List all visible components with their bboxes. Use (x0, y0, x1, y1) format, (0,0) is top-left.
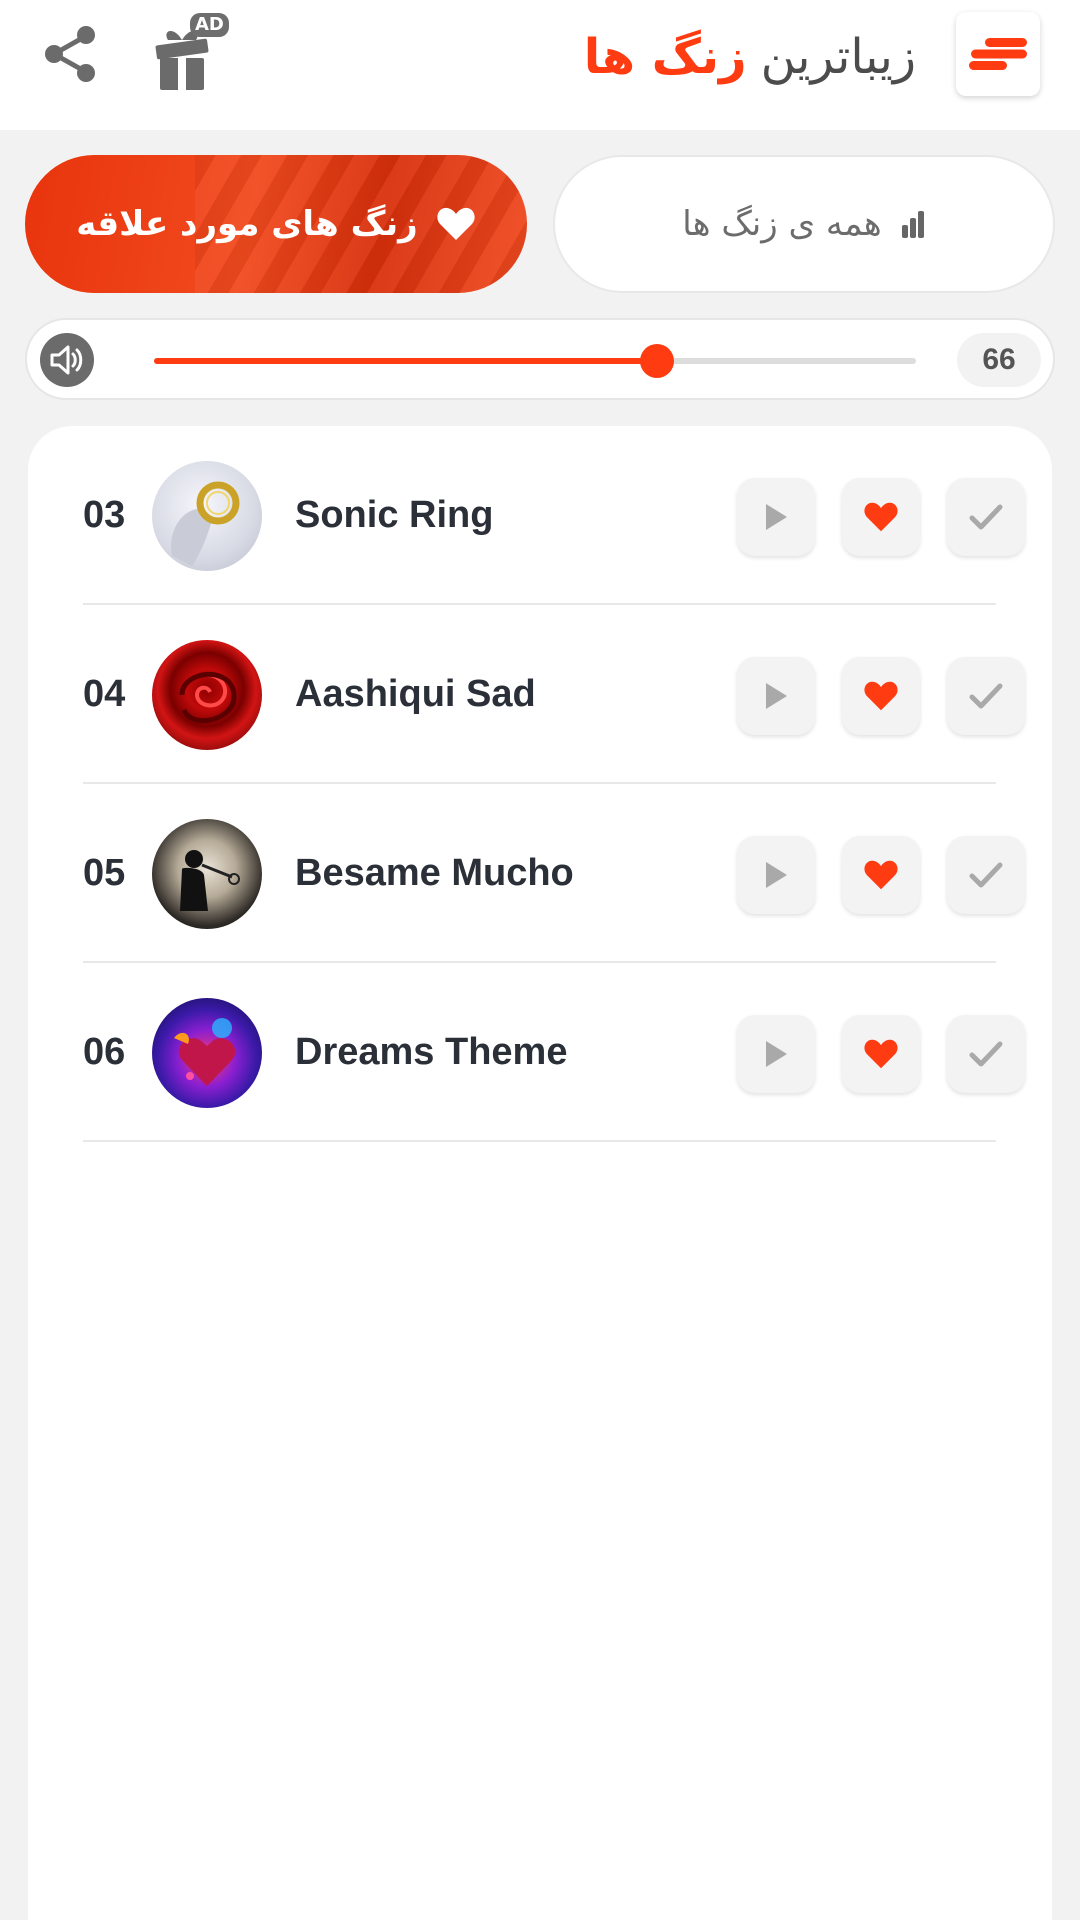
ringtone-title[interactable]: Sonic Ring (295, 426, 493, 605)
ringtone-thumbnail[interactable] (152, 819, 262, 929)
list-item: 05 Besame Mucho (83, 784, 1025, 963)
share-button[interactable] (38, 22, 102, 86)
set-ringtone-button[interactable] (947, 836, 1025, 914)
play-icon (766, 683, 787, 709)
ringtone-thumbnail[interactable] (152, 640, 262, 750)
app-title-part1: زیباترین (760, 29, 916, 85)
app-title: زیباترین زنگ ها (584, 22, 916, 92)
menu-button[interactable] (956, 12, 1040, 96)
ringtone-title[interactable]: Dreams Theme (295, 963, 567, 1142)
list-item: 04 Aashiqui Sad (83, 605, 1025, 784)
menu-icon (969, 38, 1027, 70)
heart-icon (864, 502, 898, 532)
ringtone-title[interactable]: Besame Mucho (295, 784, 574, 963)
set-ringtone-button[interactable] (947, 1015, 1025, 1093)
play-icon (766, 504, 787, 530)
tab-all-label: همه ی زنگ ها (682, 204, 882, 244)
ringtone-number: 04 (83, 673, 126, 715)
favorite-button[interactable] (842, 1015, 920, 1093)
set-ringtone-button[interactable] (947, 657, 1025, 735)
ringtone-number: 03 (83, 494, 126, 536)
app-header: AD زیباترین زنگ ها (0, 0, 1080, 130)
check-icon (969, 504, 1003, 530)
play-button[interactable] (737, 1015, 815, 1093)
tab-favorites-label: زنگ های مورد علاقه (76, 204, 418, 244)
volume-slider-thumb[interactable] (639, 344, 674, 378)
ringtone-title[interactable]: Aashiqui Sad (295, 605, 536, 784)
tab-all-ringtones[interactable]: همه ی زنگ ها (553, 155, 1055, 293)
ringtone-thumbnail[interactable] (152, 998, 262, 1108)
ringtone-number: 05 (83, 852, 126, 894)
favorite-button[interactable] (842, 478, 920, 556)
play-button[interactable] (737, 478, 815, 556)
trombone-player-image-icon (180, 850, 240, 911)
volume-control: 66 (25, 318, 1055, 400)
bar-chart-icon (900, 209, 926, 239)
heart-icon (864, 681, 898, 711)
abstract-art-image-icon (174, 1018, 236, 1086)
volume-slider-fill (154, 358, 657, 364)
share-icon (45, 26, 95, 82)
volume-button[interactable] (40, 333, 94, 387)
heart-icon (864, 860, 898, 890)
speaker-icon (50, 345, 83, 375)
ring-image-icon (171, 481, 240, 566)
play-icon (766, 1041, 787, 1067)
check-icon (969, 1041, 1003, 1067)
ringtone-list: 03 Sonic Ring 04 Aashiqui Sad 05 Besame … (28, 426, 1052, 1920)
set-ringtone-button[interactable] (947, 478, 1025, 556)
app-title-part2: زنگ ها (583, 29, 747, 85)
check-icon (969, 862, 1003, 888)
tab-favorites[interactable]: زنگ های مورد علاقه (25, 155, 527, 293)
volume-slider[interactable] (154, 344, 916, 378)
list-item: 06 Dreams Theme (83, 963, 1025, 1142)
heart-icon (864, 1039, 898, 1069)
play-button[interactable] (737, 836, 815, 914)
ringtone-thumbnail[interactable] (152, 461, 262, 571)
play-icon (766, 862, 787, 888)
favorite-button[interactable] (842, 657, 920, 735)
ad-badge: AD (190, 13, 229, 37)
ringtone-number: 06 (83, 1031, 126, 1073)
check-icon (969, 683, 1003, 709)
rose-image-icon (179, 671, 237, 724)
list-item: 03 Sonic Ring (83, 426, 1025, 605)
volume-value: 66 (957, 333, 1041, 387)
heart-icon (436, 206, 476, 242)
play-button[interactable] (737, 657, 815, 735)
favorite-button[interactable] (842, 836, 920, 914)
